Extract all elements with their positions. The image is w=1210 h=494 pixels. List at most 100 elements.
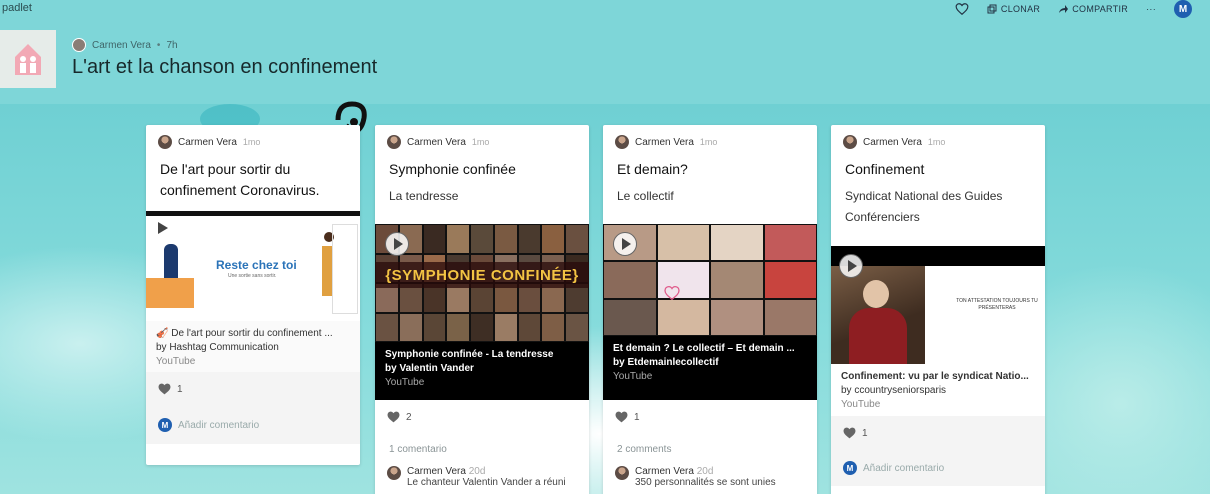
post-card[interactable]: Carmen Vera 1mo Symphonie confinée La te…: [375, 125, 589, 494]
video-title: 🎻 De l'art pour sortir du confinement ..…: [156, 328, 333, 339]
video-thumbnail: {SYMPHONIE CONFINÉE}: [375, 224, 589, 342]
video-source: YouTube: [385, 377, 425, 388]
illustration-person: [322, 246, 332, 296]
card-header: Carmen Vera 1mo: [603, 125, 817, 151]
add-comment-placeholder[interactable]: Añadir comentario: [863, 463, 944, 474]
card-title: De l'art pour sortir du confinement Coro…: [160, 161, 320, 198]
user-avatar[interactable]: M: [1174, 0, 1192, 18]
thumb-title: Reste chez toi: [216, 258, 297, 272]
portrait-coat: [849, 308, 907, 364]
video-channel: by ccountryseniorsparis: [841, 385, 947, 396]
heart-icon[interactable]: [843, 427, 856, 439]
comments-count[interactable]: 1 comentario: [375, 434, 589, 466]
add-comment-placeholder[interactable]: Añadir comentario: [178, 420, 259, 431]
comment-author: Carmen Vera: [407, 466, 466, 477]
likes-row: 1: [831, 416, 1045, 450]
video-thumbnail: TON ATTESTATION TOUJOURS TU PRÉSENTERAS: [831, 246, 1045, 364]
video-source: YouTube: [841, 399, 881, 410]
more-options-button[interactable]: ···: [1146, 4, 1156, 14]
board-header: Carmen Vera • 7h L'art et la chanson en …: [0, 30, 1210, 100]
like-count: 1: [177, 383, 183, 395]
heart-icon[interactable]: [158, 383, 171, 395]
avatar: [387, 135, 401, 149]
post-card[interactable]: Carmen Vera 1mo De l'art pour sortir du …: [146, 125, 360, 465]
like-count: 1: [862, 427, 868, 439]
house-family-icon: [15, 44, 41, 75]
share-label: COMPARTIR: [1072, 4, 1129, 14]
video-caption: 🎻 De l'art pour sortir du confinement ..…: [146, 321, 360, 372]
commenter-avatar: M: [158, 418, 172, 432]
comment-text: Le chanteur Valentin Vander a réuni: [407, 477, 566, 488]
video-caption: Symphonie confinée - La tendresse by Val…: [375, 342, 589, 394]
video-channel: by Etdemainlecollectif: [613, 357, 719, 368]
board-title: L'art et la chanson en confinement: [72, 56, 378, 78]
comment-text: 350 personnalités se sont unies: [635, 477, 776, 488]
share-icon: [1059, 5, 1069, 13]
post-time: 7h: [166, 39, 178, 51]
video-attachment[interactable]: Et demain ? Le collectif – Et demain ...…: [603, 224, 817, 400]
card-time: 1mo: [927, 137, 946, 147]
video-attachment[interactable]: TON ATTESTATION TOUJOURS TU PRÉSENTERAS …: [831, 246, 1045, 416]
avatar: [843, 135, 857, 149]
video-title: Et demain ? Le collectif – Et demain ...: [613, 343, 795, 354]
post-card[interactable]: Carmen Vera 1mo Et demain? Le collectif …: [603, 125, 817, 494]
video-caption: Et demain ? Le collectif – Et demain ...…: [603, 336, 817, 388]
separator: •: [156, 39, 161, 51]
comments-count[interactable]: 2 comments: [603, 434, 817, 466]
card-author: Carmen Vera: [178, 136, 237, 148]
likes-row: 1: [146, 372, 360, 406]
add-comment[interactable]: M Añadir comentario: [146, 406, 360, 444]
illustration-person: [164, 244, 178, 278]
likes-row: 1: [603, 400, 817, 434]
video-attachment[interactable]: Reste chez toi Une sortie sans sortir. 🎻…: [146, 216, 360, 372]
avatar: [615, 135, 629, 149]
post-card[interactable]: Carmen Vera 1mo Confinement Syndicat Nat…: [831, 125, 1045, 494]
illustration-desk: [146, 278, 194, 308]
card-time: 1mo: [242, 137, 261, 147]
board-author: Carmen Vera • 7h: [72, 38, 178, 52]
video-attachment[interactable]: {SYMPHONIE CONFINÉE} Symphonie confinée …: [375, 224, 589, 400]
comment: Carmen Vera 20d Le chanteur Valentin Van…: [375, 466, 589, 488]
video-thumbnail: [603, 224, 817, 336]
padlet-logo[interactable]: padlet: [2, 2, 32, 14]
comment-time: 20d: [696, 466, 714, 477]
heart-sign-icon: [664, 286, 680, 300]
board-icon: [0, 30, 56, 88]
clone-icon: [987, 4, 997, 14]
clone-button[interactable]: CLONAR: [987, 4, 1040, 14]
card-title: Et demain?: [617, 161, 688, 177]
author-avatar: [72, 38, 86, 52]
play-icon[interactable]: [158, 222, 168, 234]
video-channel: by Hashtag Communication: [156, 342, 279, 353]
video-caption: Confinement: vu par le syndicat Natio...…: [831, 364, 1045, 416]
heart-icon[interactable]: [955, 2, 969, 16]
card-time: 1mo: [471, 137, 490, 147]
play-icon[interactable]: [839, 254, 863, 278]
heart-icon[interactable]: [615, 411, 628, 423]
video-source: YouTube: [613, 371, 653, 382]
play-icon[interactable]: [613, 232, 637, 256]
add-comment[interactable]: M Añadir comentario: [831, 450, 1045, 486]
comment: Carmen Vera 20d 350 personnalités se son…: [603, 466, 817, 488]
card-time: 1mo: [699, 137, 718, 147]
card-subtitle: Syndicat National des Guides Conférencie…: [845, 189, 1003, 224]
card-title: Confinement: [845, 161, 925, 177]
video-thumbnail: Reste chez toi Une sortie sans sortir.: [146, 216, 360, 321]
comment-time: 20d: [468, 466, 486, 477]
portrait-face: [863, 280, 889, 308]
comment-author: Carmen Vera: [635, 466, 694, 477]
top-actions: CLONAR COMPARTIR ··· M: [955, 0, 1192, 18]
heart-icon[interactable]: [387, 411, 400, 423]
video-title: Confinement: vu par le syndicat Natio...: [841, 371, 1029, 382]
play-icon[interactable]: [385, 232, 409, 256]
share-button[interactable]: COMPARTIR: [1058, 4, 1128, 14]
thumb-subtitle: Une sortie sans sortir.: [228, 273, 277, 279]
card-title: Symphonie confinée: [389, 161, 516, 177]
video-channel: by Valentin Vander: [385, 363, 474, 374]
card-author: Carmen Vera: [407, 136, 466, 148]
avatar: [387, 466, 401, 480]
thumb-caption: TON ATTESTATION TOUJOURS TU PRÉSENTERAS: [956, 298, 1038, 311]
card-subtitle: La tendresse: [389, 189, 459, 203]
card-author: Carmen Vera: [635, 136, 694, 148]
card-subtitle: Le collectif: [617, 189, 674, 203]
